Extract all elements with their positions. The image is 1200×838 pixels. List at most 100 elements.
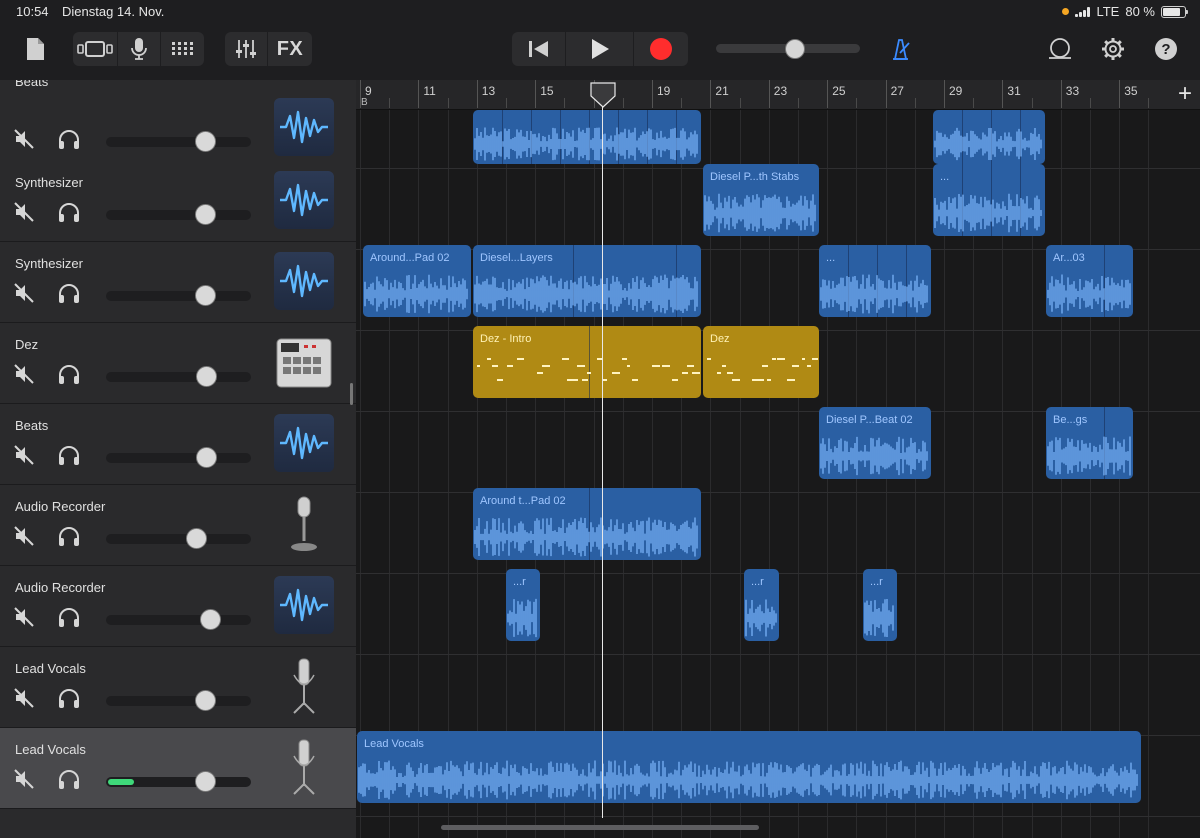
audio-region[interactable]: Ar...03 — [1046, 245, 1133, 317]
solo-headphones-icon[interactable] — [57, 525, 81, 547]
track-volume-knob[interactable] — [194, 131, 216, 152]
audio-region[interactable]: Diesel P...th Stabs — [703, 164, 819, 236]
track-volume-knob[interactable] — [185, 528, 207, 549]
add-section-button[interactable]: + — [1172, 82, 1198, 108]
record-icon[interactable] — [634, 32, 688, 66]
track-header[interactable]: Dez — [0, 323, 356, 404]
audio-region[interactable]: Diesel P...Beat 02 — [819, 407, 931, 479]
playhead-handle-icon[interactable] — [590, 82, 616, 108]
grid-line — [593, 110, 595, 838]
track-volume-slider[interactable] — [106, 615, 251, 625]
track-header[interactable]: Beats — [0, 80, 356, 169]
mute-icon[interactable] — [13, 201, 35, 223]
studio-mic-icon[interactable] — [274, 738, 334, 796]
solo-headphones-icon[interactable] — [57, 768, 81, 790]
track-header[interactable]: Synthesizer — [0, 242, 356, 323]
mute-icon[interactable] — [13, 606, 35, 628]
audio-region[interactable]: Around...Pad 02 — [363, 245, 471, 317]
audio-region[interactable] — [473, 110, 701, 164]
track-header[interactable]: Lead Vocals — [0, 647, 356, 728]
audio-region[interactable]: ...r — [506, 569, 540, 641]
help-icon[interactable]: ? — [1150, 34, 1182, 64]
waveform-icon[interactable] — [274, 414, 334, 472]
audio-region[interactable]: Diesel...Layers — [473, 245, 701, 317]
mute-icon[interactable] — [13, 687, 35, 709]
solo-headphones-icon[interactable] — [57, 606, 81, 628]
audio-region[interactable]: ...r — [863, 569, 897, 641]
solo-headphones-icon[interactable] — [57, 363, 81, 385]
ruler-tick — [1002, 80, 1004, 108]
track-volume-knob[interactable] — [196, 447, 218, 468]
audio-region[interactable]: Around t...Pad 02 — [473, 488, 701, 560]
solo-headphones-icon[interactable] — [57, 444, 81, 466]
midi-region[interactable]: Dez — [703, 326, 819, 398]
solo-headphones-icon[interactable] — [57, 687, 81, 709]
track-volume-knob[interactable] — [194, 285, 216, 306]
track-view-icon[interactable] — [73, 32, 117, 66]
mute-icon[interactable] — [13, 525, 35, 547]
ruler-tick — [506, 98, 507, 108]
track-header[interactable]: Lead Vocals — [0, 728, 356, 809]
track-header[interactable]: Beats — [0, 404, 356, 485]
play-icon[interactable] — [566, 32, 633, 66]
audio-region[interactable] — [933, 110, 1045, 164]
timeline-ruler[interactable]: 911131517192123252729313335 — [356, 80, 1200, 110]
mute-icon[interactable] — [13, 768, 35, 790]
waveform — [474, 127, 698, 161]
mute-icon[interactable] — [13, 282, 35, 304]
ruler-tick — [1090, 98, 1091, 108]
mute-icon[interactable] — [13, 363, 35, 385]
cellular-signal-icon — [1075, 6, 1091, 17]
audio-region[interactable]: Be...gs — [1046, 407, 1133, 479]
track-header[interactable]: Audio Recorder — [0, 566, 356, 647]
fx-button[interactable]: FX — [268, 32, 312, 66]
studio-mic-icon[interactable] — [274, 657, 334, 715]
master-volume-knob[interactable] — [785, 39, 806, 59]
track-volume-knob[interactable] — [194, 204, 216, 225]
waveform-icon[interactable] — [274, 576, 334, 634]
track-volume-slider[interactable] — [106, 534, 251, 544]
track-volume-knob[interactable] — [194, 771, 216, 792]
grid-icon[interactable] — [161, 32, 204, 66]
track-volume-slider[interactable] — [106, 291, 251, 301]
metronome-icon[interactable] — [884, 34, 916, 64]
waveform-icon[interactable] — [274, 98, 334, 156]
audio-region[interactable]: ... — [933, 164, 1045, 236]
track-volume-knob[interactable] — [200, 609, 222, 630]
tracks-timeline[interactable]: Diesel P...th Stabs... Around...Pad 02 Die… — [356, 110, 1200, 838]
track-volume-slider[interactable] — [106, 137, 251, 147]
track-volume-slider[interactable] — [106, 453, 251, 463]
track-header-resize-handle[interactable] — [350, 383, 353, 405]
settings-icon[interactable] — [1097, 34, 1129, 64]
document-icon[interactable] — [20, 33, 50, 65]
audio-region[interactable]: ...r — [744, 569, 779, 641]
waveform-icon[interactable] — [274, 252, 334, 310]
mute-icon[interactable] — [13, 128, 35, 150]
region-label: Diesel P...th Stabs — [710, 171, 800, 183]
playhead[interactable] — [602, 84, 603, 818]
solo-headphones-icon[interactable] — [57, 282, 81, 304]
track-header[interactable]: Synthesizer — [0, 161, 356, 242]
loop-icon[interactable] — [1044, 34, 1076, 64]
microphone-icon[interactable] — [118, 32, 160, 66]
drum-machine-icon[interactable] — [274, 333, 334, 391]
mixer-icon[interactable] — [225, 32, 267, 66]
audio-region[interactable]: Lead Vocals — [357, 731, 1141, 803]
track-volume-knob[interactable] — [196, 366, 218, 387]
track-header[interactable]: Audio Recorder — [0, 485, 356, 566]
lane-separator — [356, 816, 1200, 817]
horizontal-scrollbar[interactable] — [441, 825, 759, 830]
waveform-icon[interactable] — [274, 171, 334, 229]
rewind-icon[interactable] — [512, 32, 565, 66]
mute-icon[interactable] — [13, 444, 35, 466]
track-volume-slider[interactable] — [106, 372, 251, 382]
midi-region[interactable]: Dez - Intro — [473, 326, 701, 398]
audio-region[interactable]: ... — [819, 245, 931, 317]
ruler-tick — [914, 98, 916, 108]
track-volume-knob[interactable] — [194, 690, 216, 711]
track-volume-slider[interactable] — [106, 210, 251, 220]
solo-headphones-icon[interactable] — [57, 128, 81, 150]
microphone-icon[interactable] — [274, 495, 334, 553]
track-volume-slider[interactable] — [106, 696, 251, 706]
solo-headphones-icon[interactable] — [57, 201, 81, 223]
